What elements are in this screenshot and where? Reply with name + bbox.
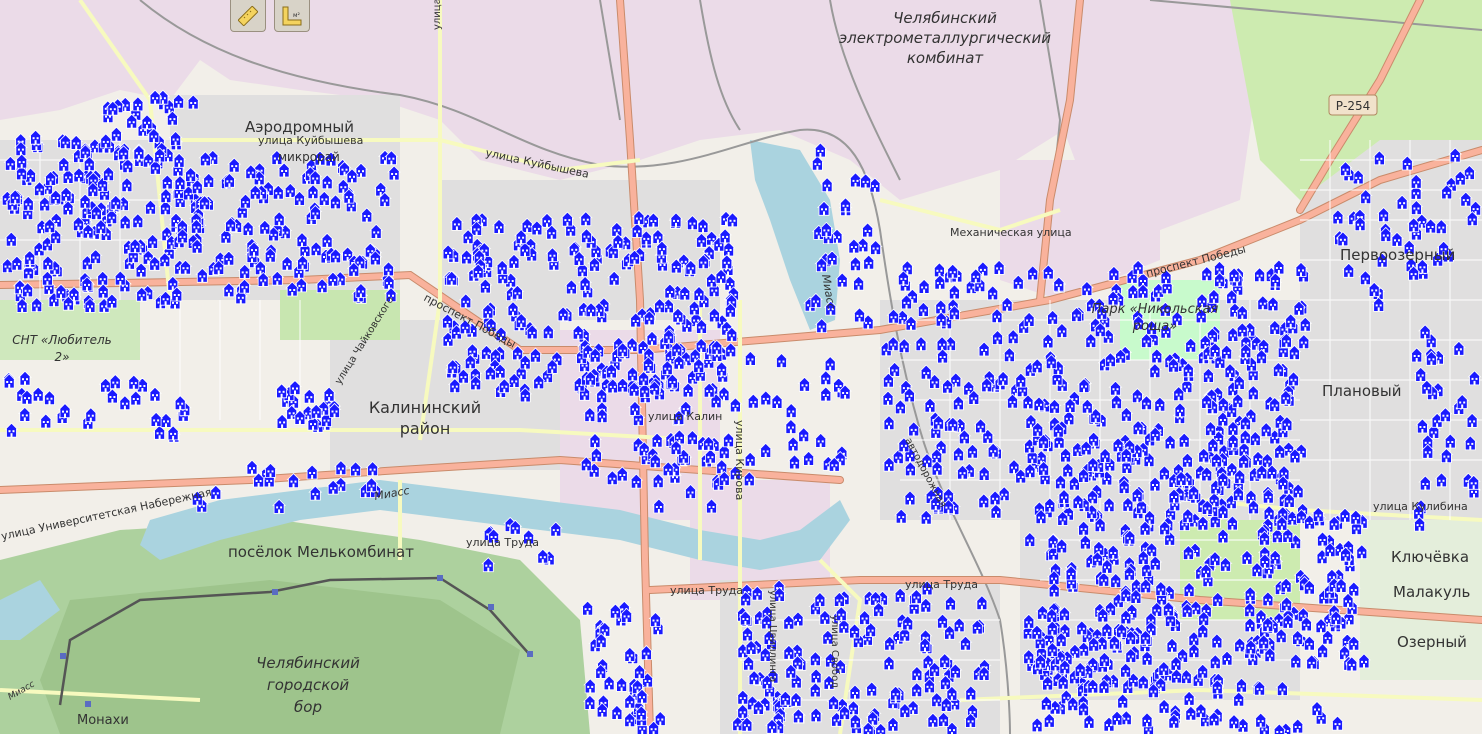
label-kulibina: улица Кулибина — [1373, 500, 1468, 513]
label-kuibysheva-1: улица Куйбышева — [258, 134, 363, 147]
label-poselok: посёлок Мелькомбинат — [228, 543, 414, 561]
area-measure-icon: м² — [282, 6, 302, 25]
label-snt-2: 2» — [54, 350, 69, 364]
area-unit-text: м² — [293, 12, 301, 19]
label-snt-1: СНТ «Любитель — [12, 333, 111, 347]
label-monakhi: Монахи — [77, 713, 129, 728]
ruler-tool-button[interactable] — [230, 0, 266, 32]
label-ulitsa-truda-mid: улица Труда — [670, 584, 743, 597]
label-bor-1: Челябинский — [256, 654, 360, 672]
label-tsvillinga: улица Цвиллинга — [767, 590, 778, 682]
label-kalininsky-2: район — [400, 419, 451, 438]
label-mikrorayon: микрорай — [278, 150, 340, 164]
label-ulitsa-kalinina: улица Калин — [648, 410, 722, 423]
label-mekhanicheskaya: Механическая улица — [950, 226, 1072, 239]
label-park-1: Парк «Никольская — [1092, 302, 1219, 317]
label-park-2: роща» — [1132, 319, 1177, 334]
label-bor-2: городской — [267, 676, 350, 694]
label-ulitsa-truda-e: улица Труда — [905, 578, 978, 591]
label-chemk-1: Челябинский — [893, 9, 997, 27]
label-svobody: улица Свобод — [829, 615, 840, 688]
label-pervoozerny: Первоозерный — [1340, 246, 1455, 264]
label-ozerny: Озерный — [1397, 633, 1467, 651]
label-ulitsa-truda-w: улица Труда — [466, 536, 539, 549]
label-chemk-2: электрометаллургический — [839, 29, 1051, 47]
ruler-icon — [238, 5, 258, 26]
map-canvas[interactable]: Аэродромный улица Куйбышева улица Куйбыш… — [0, 0, 1482, 734]
label-chemk-3: комбинат — [907, 49, 985, 67]
label-bor-3: бор — [294, 698, 322, 716]
area-measure-tool-button[interactable]: м² — [274, 0, 310, 32]
label-kirova: улица Кирова — [733, 420, 746, 500]
label-malakul: Малакуль — [1393, 583, 1470, 601]
label-ulitsa-vertical: улица — [432, 0, 443, 30]
label-r254: Р-254 — [1336, 99, 1370, 113]
label-klyuchevka: Ключёвка — [1391, 548, 1469, 566]
label-kalininsky-1: Калининский — [369, 398, 481, 417]
label-planovy: Плановый — [1322, 382, 1401, 400]
